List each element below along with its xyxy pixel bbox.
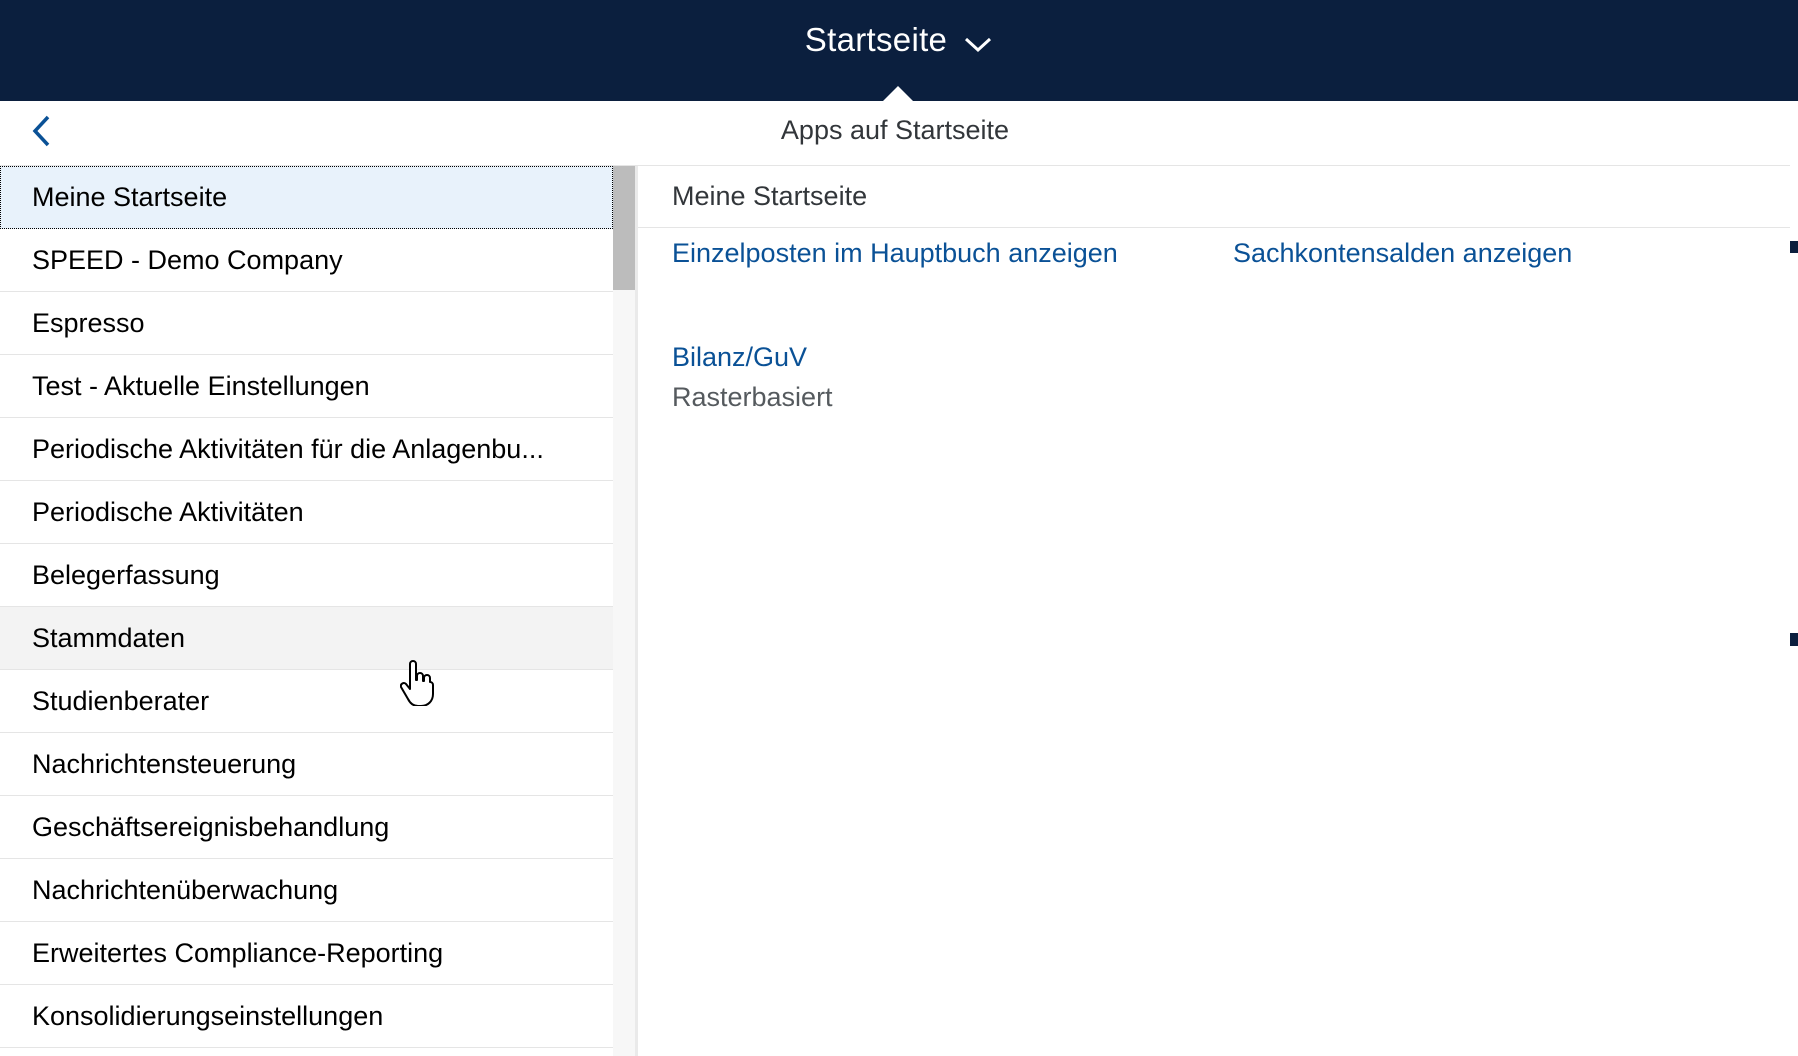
group-item-label: Konsolidierungseinstellungen	[32, 1000, 384, 1031]
app-link-einzelposten[interactable]: Einzelposten im Hauptbuch anzeigen	[672, 238, 1118, 269]
group-item-label: Periodische Aktivitäten für die Anlagenb…	[32, 433, 544, 464]
group-item-label: SPEED - Demo Company	[32, 244, 343, 275]
group-item[interactable]: Studienberater	[0, 670, 613, 733]
shell-bar: Startseite	[0, 0, 1798, 101]
group-item[interactable]: Belegerfassung	[0, 544, 613, 607]
group-item[interactable]: Test - Aktuelle Einstellungen	[0, 355, 613, 418]
detail-panel: Meine Startseite Einzelposten im Hauptbu…	[638, 166, 1790, 1056]
group-item-label: Geschäftsereignisbehandlung	[32, 811, 390, 842]
group-item[interactable]: Erweitertes Compliance-Reporting	[0, 922, 613, 985]
group-item-label: Erweitertes Compliance-Reporting	[32, 937, 444, 968]
app-subtitle-bilanz-guv: Rasterbasiert	[672, 382, 833, 412]
group-item[interactable]: Espresso	[0, 292, 613, 355]
group-item-label: Periodische Aktivitäten	[32, 496, 304, 527]
popover-header: Apps auf Startseite	[0, 101, 1790, 166]
popover-title: Apps auf Startseite	[780, 115, 1010, 145]
group-item[interactable]: Meine Startseite	[0, 166, 613, 229]
scrollbar-thumb[interactable]	[613, 166, 635, 290]
group-item[interactable]: Periodische Aktivitäten für die Anlagenb…	[0, 418, 613, 481]
scrollbar[interactable]	[613, 166, 635, 1056]
app-link-sachkontensalden[interactable]: Sachkontensalden anzeigen	[1233, 238, 1572, 269]
shell-title-menu[interactable]: Startseite	[0, 18, 1798, 62]
app-link-bilanz-guv[interactable]: Bilanz/GuV	[672, 342, 807, 373]
group-item[interactable]: Konsolidierungseinstellungen	[0, 985, 613, 1048]
group-item-label: Test - Aktuelle Einstellungen	[32, 370, 370, 401]
detail-heading: Meine Startseite	[638, 166, 1790, 228]
group-item[interactable]: Periodische Aktivitäten	[0, 481, 613, 544]
hand-cursor-icon	[399, 660, 434, 711]
group-item-label: Espresso	[32, 307, 145, 338]
group-item[interactable]: Nachrichtensteuerung	[0, 733, 613, 796]
apps-popover: Apps auf Startseite Meine Startseite SPEE…	[0, 101, 1790, 1056]
group-item[interactable]: SPEED - Demo Company	[0, 229, 613, 292]
group-item-label: Stammdaten	[32, 622, 186, 653]
popover-arrow	[883, 86, 913, 101]
group-item-label: Studienberater	[32, 685, 210, 716]
group-item-label: Belegerfassung	[32, 559, 220, 590]
group-item[interactable]: Nachrichtenüberwachung	[0, 859, 613, 922]
group-item-label: Meine Startseite	[32, 182, 228, 212]
group-list: Meine Startseite SPEED - Demo Company Espr…	[0, 166, 613, 1056]
group-item[interactable]: Geschäftsereignisbehandlung	[0, 796, 613, 859]
group-item-label: Nachrichtenüberwachung	[32, 874, 339, 905]
group-item[interactable]: Stammdaten	[0, 607, 613, 670]
background-edge	[1790, 101, 1798, 1056]
chevron-down-icon	[963, 24, 993, 62]
group-item-label: Nachrichtensteuerung	[32, 748, 297, 779]
shell-title-text: Startseite	[804, 21, 948, 58]
